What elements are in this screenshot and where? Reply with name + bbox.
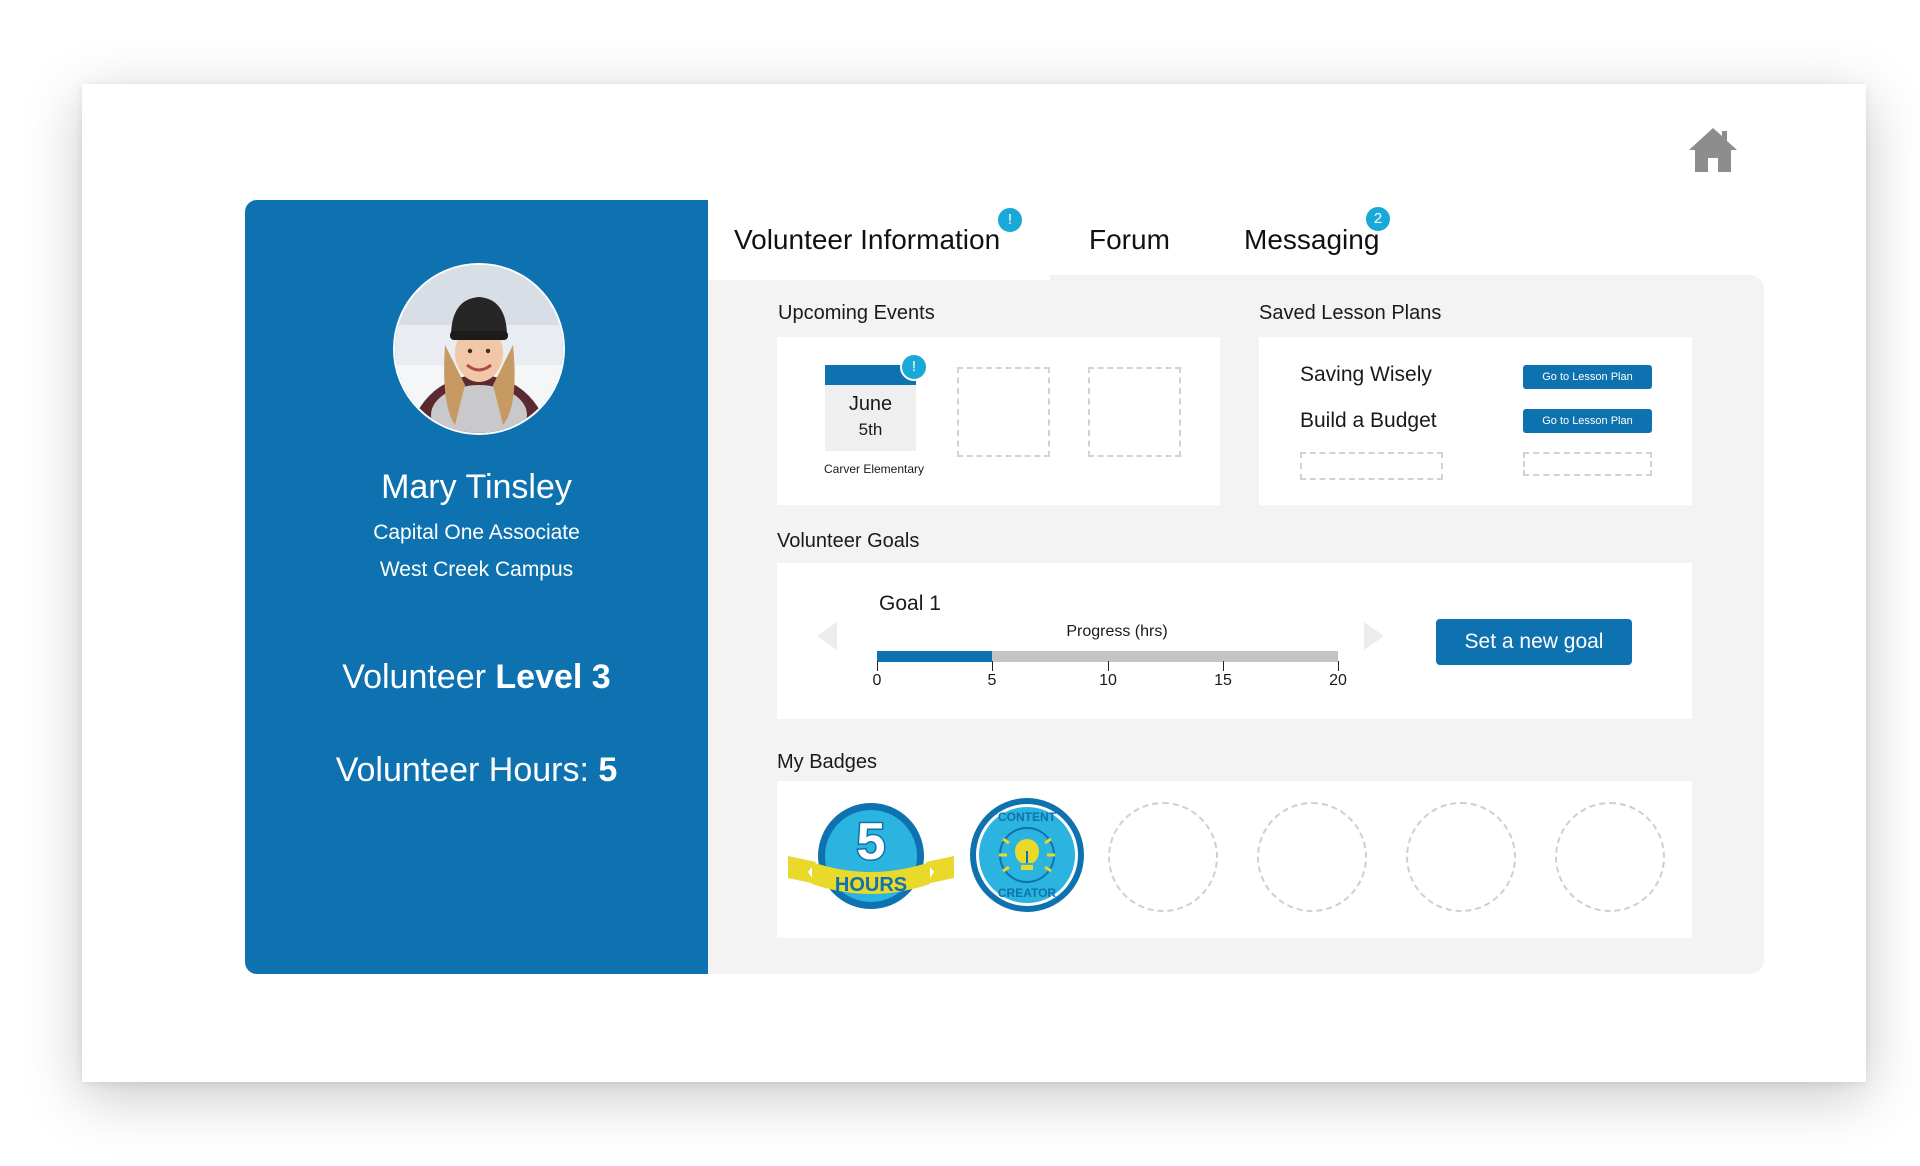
- tab-forum[interactable]: Forum: [1089, 224, 1170, 256]
- progress-tick-label: 20: [1329, 672, 1347, 689]
- event-alert-badge: !: [900, 353, 928, 381]
- lesson-title: Build a Budget: [1300, 409, 1437, 432]
- progress-tick-label: 15: [1214, 672, 1232, 689]
- badge-creator-bottom-text: CREATOR: [998, 886, 1057, 900]
- progress-tick-label: 10: [1099, 672, 1117, 689]
- go-to-lesson-plan-button[interactable]: Go to Lesson Plan: [1523, 409, 1652, 433]
- empty-lesson-button-slot: [1523, 452, 1652, 476]
- progress-tick-label: 5: [987, 672, 997, 689]
- previous-goal-arrow-icon[interactable]: [817, 622, 837, 650]
- empty-badge-slot: [1257, 802, 1367, 912]
- goal-name: Goal 1: [879, 592, 941, 615]
- progress-tick: [1338, 661, 1339, 671]
- badge-hours-number: 5: [857, 813, 886, 871]
- saved-lessons-title: Saved Lesson Plans: [1259, 302, 1442, 324]
- set-new-goal-button[interactable]: Set a new goal: [1436, 619, 1632, 665]
- volunteer-hours: Volunteer Hours: 5: [335, 751, 618, 789]
- home-icon[interactable]: [1688, 126, 1738, 174]
- event-location: Carver Elementary: [823, 462, 925, 476]
- empty-event-slot: [957, 367, 1050, 457]
- event-day: 5th: [858, 420, 883, 439]
- profile-role: Capital One Associate: [373, 521, 580, 544]
- progress-tick-label: 0: [872, 672, 882, 689]
- tab-volunteer-information[interactable]: Volunteer Information: [734, 224, 1000, 256]
- profile-campus: West Creek Campus: [379, 558, 574, 581]
- tab-messaging[interactable]: Messaging: [1244, 224, 1379, 256]
- empty-lesson-slot: [1300, 452, 1443, 480]
- profile-name: Mary Tinsley: [381, 468, 572, 506]
- messaging-count-badge: 2: [1364, 205, 1392, 233]
- tab-alert-badge: !: [996, 206, 1024, 234]
- empty-badge-slot: [1108, 802, 1218, 912]
- badge-hours-label: HOURS: [835, 874, 907, 896]
- badge-creator-top-text: CONTENT: [998, 810, 1057, 824]
- my-badges-title: My Badges: [777, 751, 878, 773]
- empty-badge-slot: [1555, 802, 1665, 912]
- upcoming-events-title: Upcoming Events: [778, 302, 935, 324]
- lesson-title: Saving Wisely: [1300, 363, 1432, 386]
- profile-panel: Mary Tinsley Capital One Associate West …: [245, 200, 708, 974]
- empty-event-slot: [1088, 367, 1181, 457]
- volunteer-goals-title: Volunteer Goals: [777, 530, 920, 552]
- empty-badge-slot: [1406, 802, 1516, 912]
- go-to-lesson-plan-button[interactable]: Go to Lesson Plan: [1523, 365, 1652, 389]
- event-month: June: [848, 393, 893, 415]
- progress-tick: [877, 661, 878, 671]
- volunteer-level: Volunteer Level 3: [342, 658, 611, 696]
- progress-label: Progress (hrs): [1066, 623, 1168, 640]
- progress-tick: [1223, 661, 1224, 671]
- progress-tick: [992, 661, 993, 671]
- progress-tick: [1108, 661, 1109, 671]
- content-creator-badge[interactable]: CONTENT CREATOR: [969, 797, 1085, 913]
- event-calendar-card[interactable]: June 5th: [825, 385, 916, 451]
- goal-progress-fill: [877, 651, 993, 662]
- avatar: [393, 263, 565, 435]
- next-goal-arrow-icon[interactable]: [1364, 622, 1384, 650]
- five-hours-badge[interactable]: 5 HOURS: [786, 798, 956, 916]
